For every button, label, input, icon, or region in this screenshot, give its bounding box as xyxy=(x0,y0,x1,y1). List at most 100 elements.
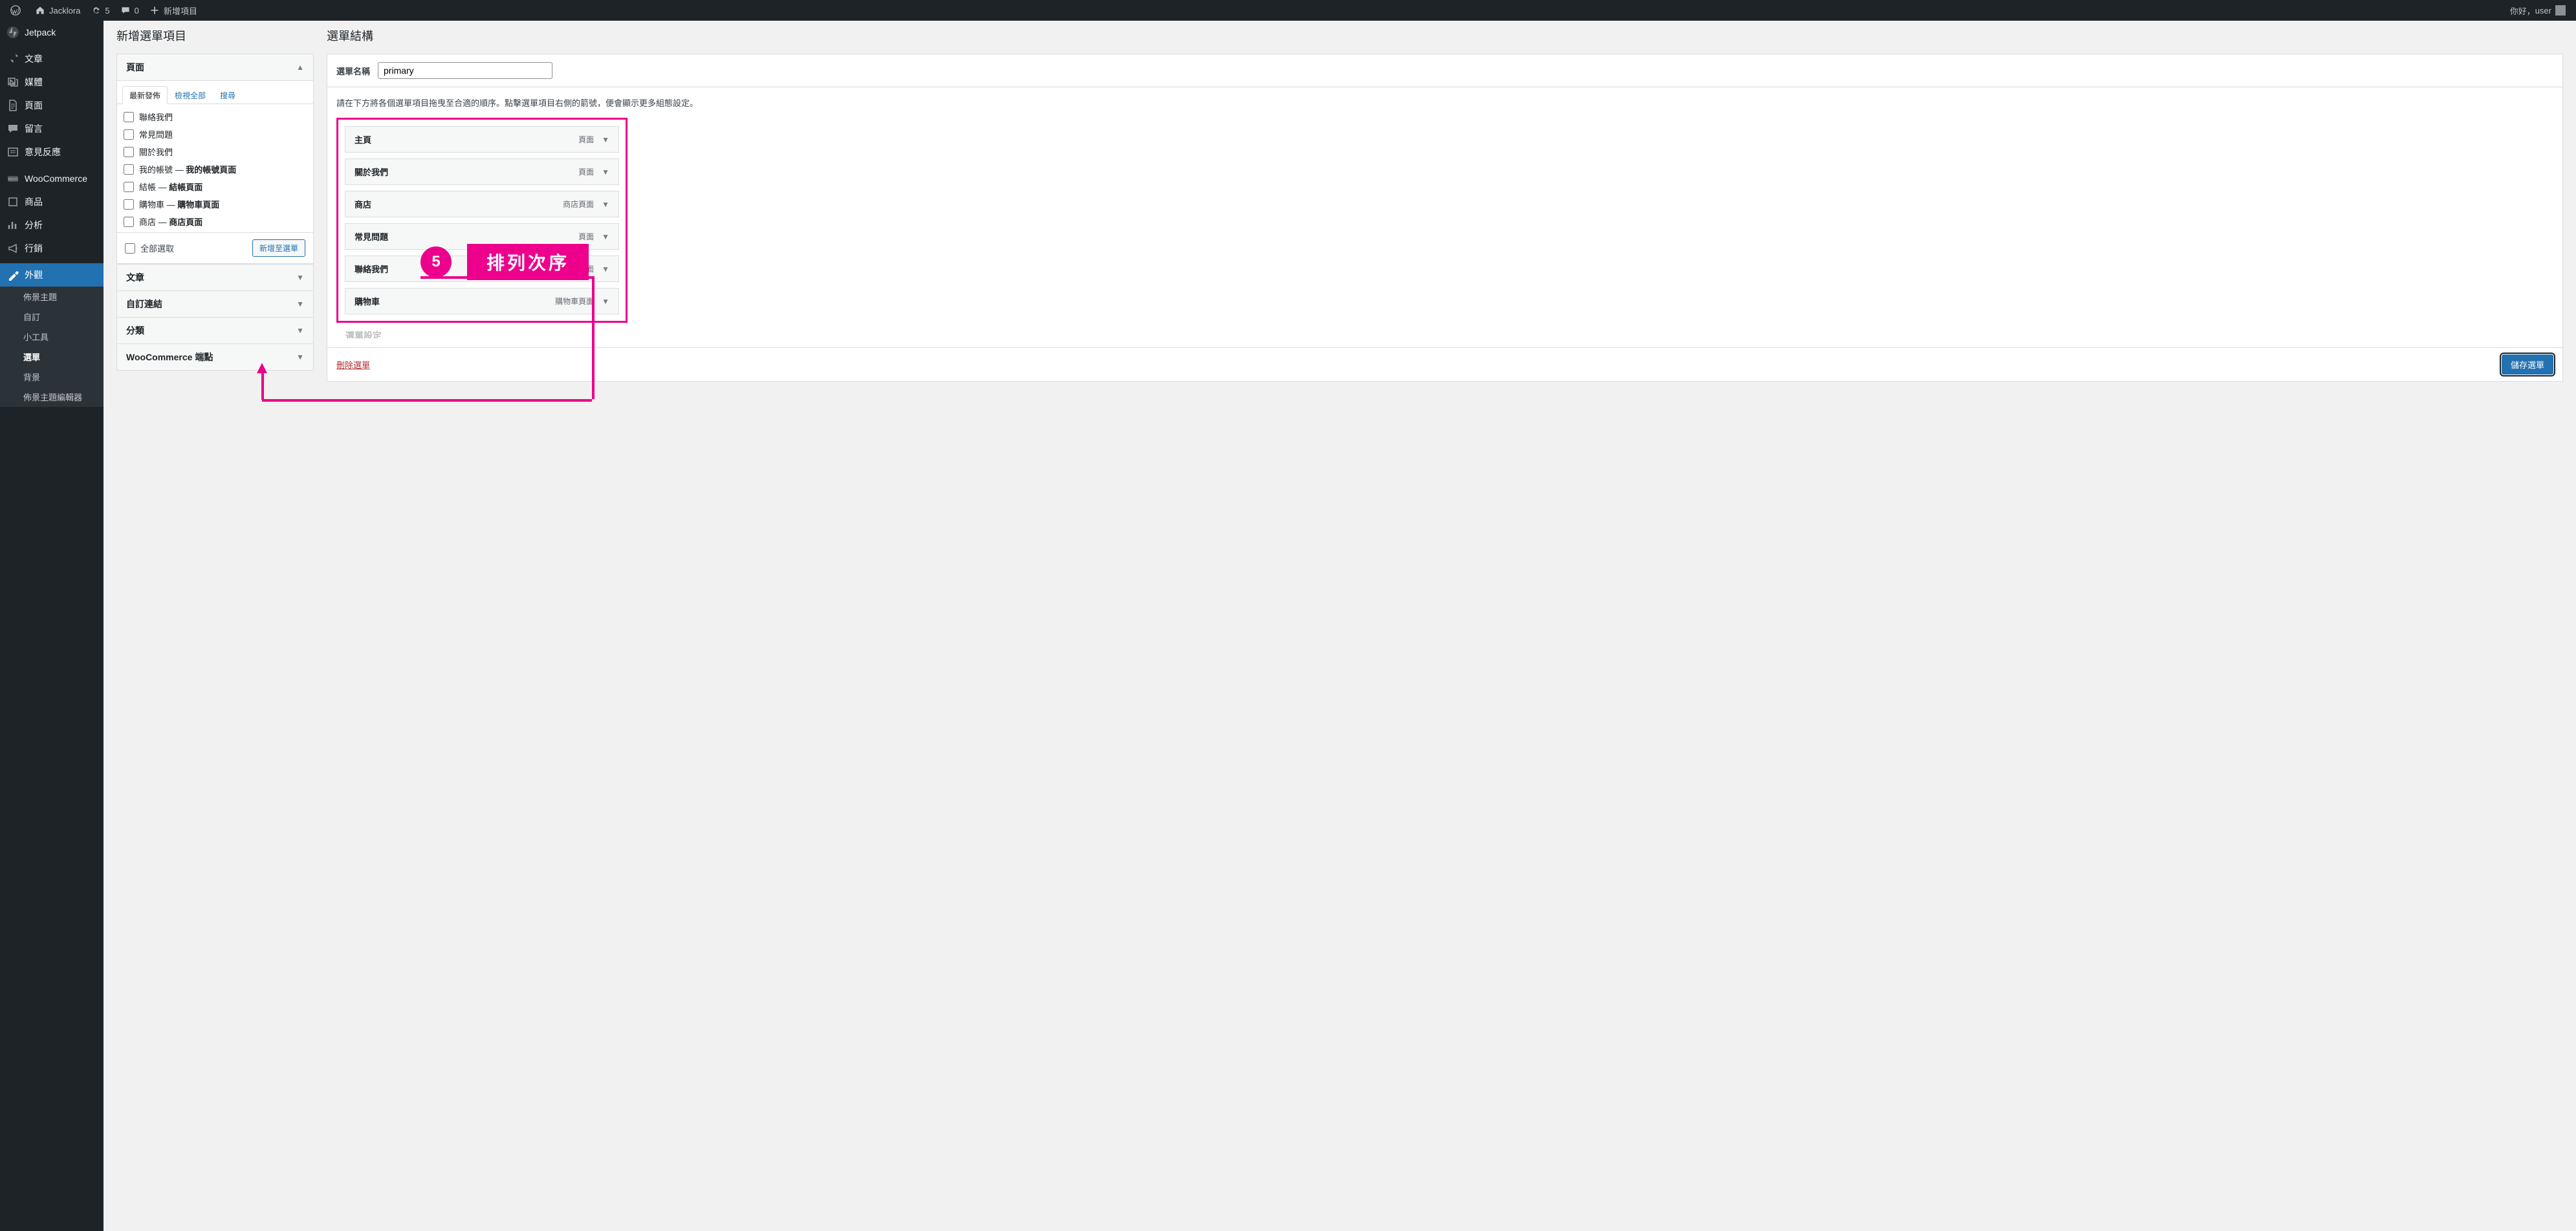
sidebar-item-analytics[interactable]: 分析 xyxy=(0,213,104,237)
page-checkbox-row[interactable]: 關於我們 xyxy=(124,143,307,160)
chevron-down-icon[interactable]: ▼ xyxy=(602,135,609,144)
page-checkbox[interactable] xyxy=(124,164,134,175)
sidebar-item-page[interactable]: 頁面 xyxy=(0,94,104,117)
sidebar-item-jetpack[interactable]: Jetpack xyxy=(0,21,104,44)
sidebar-item-label: 商品 xyxy=(25,195,43,208)
chevron-down-icon[interactable]: ▼ xyxy=(602,265,609,274)
page-checkbox[interactable] xyxy=(124,112,134,122)
greeting-text: 你好， xyxy=(2510,5,2535,17)
select-all-checkbox[interactable] xyxy=(125,243,135,254)
annotation-arrow-stem xyxy=(261,373,264,400)
updates-link[interactable]: 5 xyxy=(85,0,115,21)
submenu-item[interactable]: 背景 xyxy=(0,367,104,387)
appearance-icon xyxy=(6,268,19,281)
chevron-up-icon: ▲ xyxy=(296,63,304,72)
tab-search[interactable]: 搜尋 xyxy=(213,86,243,104)
page-checkbox[interactable] xyxy=(124,147,134,157)
sidebar-item-woo[interactable]: WOO WooCommerce xyxy=(0,167,104,190)
panel-header[interactable]: 自訂連結 ▼ xyxy=(117,291,313,317)
pages-panel-header[interactable]: 頁面 ▲ xyxy=(117,54,313,80)
panel-header[interactable]: 文章 ▼ xyxy=(117,265,313,290)
menu-item[interactable]: 商店 商店頁面 ▼ xyxy=(345,191,619,217)
page-label: 我的帳號 — 我的帳號頁面 xyxy=(139,163,236,175)
sidebar-item-marketing[interactable]: 行銷 xyxy=(0,237,104,260)
annotation: 5 排列次序 xyxy=(420,244,589,280)
chevron-down-icon[interactable]: ▼ xyxy=(602,168,609,177)
menu-item[interactable]: 關於我們 頁面 ▼ xyxy=(345,158,619,185)
sidebar-item-pin[interactable]: 文章 xyxy=(0,47,104,71)
sidebar-item-appearance[interactable]: 外觀 xyxy=(0,263,104,287)
sidebar-item-label: 行銷 xyxy=(25,242,43,255)
menu-item[interactable]: 主頁 頁面 ▼ xyxy=(345,126,619,153)
chevron-down-icon[interactable]: ▼ xyxy=(602,297,609,306)
pin-icon xyxy=(6,52,19,65)
tab-all[interactable]: 檢視全部 xyxy=(168,86,213,104)
page-checkbox-row[interactable]: 商店 — 商店頁面 xyxy=(124,213,307,227)
page-checkbox[interactable] xyxy=(124,217,134,227)
sidebar-item-feedback[interactable]: 意見反應 xyxy=(0,140,104,164)
page-checkbox[interactable] xyxy=(124,182,134,192)
user-menu[interactable]: 你好， user xyxy=(2505,0,2571,21)
comment-icon xyxy=(6,122,19,135)
refresh-icon xyxy=(91,5,101,16)
panel-header[interactable]: WooCommerce 端點 ▼ xyxy=(117,344,313,370)
annotation-label: 排列次序 xyxy=(467,244,589,280)
sidebar-item-product[interactable]: 商品 xyxy=(0,190,104,213)
page-label: 結帳 — 結帳頁面 xyxy=(139,180,202,193)
menu-item-meta: 商店頁面 ▼ xyxy=(563,199,609,210)
panel-header[interactable]: 分類 ▼ xyxy=(117,318,313,343)
sidebar-item-label: 文章 xyxy=(25,52,43,65)
submenu-item[interactable]: 佈景主題 xyxy=(0,287,104,307)
panel-title: 分類 xyxy=(126,324,144,337)
page-checkbox-row[interactable]: 我的帳號 — 我的帳號頁面 xyxy=(124,160,307,178)
chevron-down-icon: ▼ xyxy=(296,353,304,362)
panel: WooCommerce 端點 ▼ xyxy=(116,344,314,371)
page-label: 常見問題 xyxy=(139,128,173,140)
add-to-menu-button[interactable]: 新增至選單 xyxy=(252,239,305,257)
annotation-line-bottom xyxy=(262,399,592,402)
delete-menu-link[interactable]: 刪除選單 xyxy=(336,358,370,371)
chevron-down-icon: ▼ xyxy=(296,326,304,335)
wp-logo[interactable] xyxy=(5,0,30,21)
page-checkbox-row[interactable]: 聯絡我們 xyxy=(124,108,307,125)
new-content-link[interactable]: 新增項目 xyxy=(144,0,202,21)
page-checkbox-row[interactable]: 常見問題 xyxy=(124,125,307,143)
menu-item-title: 聯絡我們 xyxy=(355,263,388,275)
menu-item-type: 頁面 xyxy=(578,231,594,242)
add-menu-items-column: 新增選單項目 頁面 ▲ 最新發佈 檢視全部 搜尋 聯絡我們 常見問題 xyxy=(116,27,314,371)
media-icon xyxy=(6,76,19,89)
wordpress-icon xyxy=(10,5,21,16)
menu-item-title: 商店 xyxy=(355,198,371,210)
page-body: 新增選單項目 頁面 ▲ 最新發佈 檢視全部 搜尋 聯絡我們 常見問題 xyxy=(104,21,2576,382)
menu-structure-heading: 選單結構 xyxy=(327,27,2563,44)
page-checkbox-row[interactable]: 結帳 — 結帳頁面 xyxy=(124,178,307,195)
chevron-down-icon[interactable]: ▼ xyxy=(602,200,609,209)
page-checkbox-row[interactable]: 購物車 — 購物車頁面 xyxy=(124,195,307,213)
comments-link[interactable]: 0 xyxy=(115,0,144,21)
menu-footer: 刪除選單 儲存選單 xyxy=(327,347,2562,381)
save-menu-button[interactable]: 儲存選單 xyxy=(2502,354,2553,375)
menu-item-type: 頁面 xyxy=(578,134,594,145)
user-name: user xyxy=(2535,6,2551,16)
submenu-item[interactable]: 選單 xyxy=(0,347,104,367)
marketing-icon xyxy=(6,242,19,255)
submenu-item[interactable]: 小工具 xyxy=(0,327,104,347)
chevron-down-icon[interactable]: ▼ xyxy=(602,232,609,241)
submenu-item[interactable]: 自訂 xyxy=(0,307,104,327)
page-checkbox[interactable] xyxy=(124,129,134,140)
menu-item-meta: 頁面 ▼ xyxy=(578,231,609,242)
panel-title: 文章 xyxy=(126,271,144,284)
select-all[interactable]: 全部選取 xyxy=(125,242,174,254)
sidebar-item-comment[interactable]: 留言 xyxy=(0,117,104,140)
menu-name-input[interactable] xyxy=(378,62,552,79)
sidebar-item-media[interactable]: 媒體 xyxy=(0,71,104,94)
pages-list[interactable]: 聯絡我們 常見問題 關於我們 我的帳號 — 我的帳號頁面 結帳 — 結帳頁面 購… xyxy=(117,104,313,227)
site-link[interactable]: Jacklora xyxy=(30,0,85,21)
submenu-item[interactable]: 佈景主題編輯器 xyxy=(0,387,104,407)
page-checkbox[interactable] xyxy=(124,199,134,210)
menu-item-meta: 購物車頁面 ▼ xyxy=(555,296,609,307)
tab-recent[interactable]: 最新發佈 xyxy=(122,86,168,104)
sidebar-item-label: 意見反應 xyxy=(25,146,61,158)
menu-item[interactable]: 購物車 購物車頁面 ▼ xyxy=(345,288,619,314)
sidebar-item-label: WooCommerce xyxy=(25,173,87,184)
